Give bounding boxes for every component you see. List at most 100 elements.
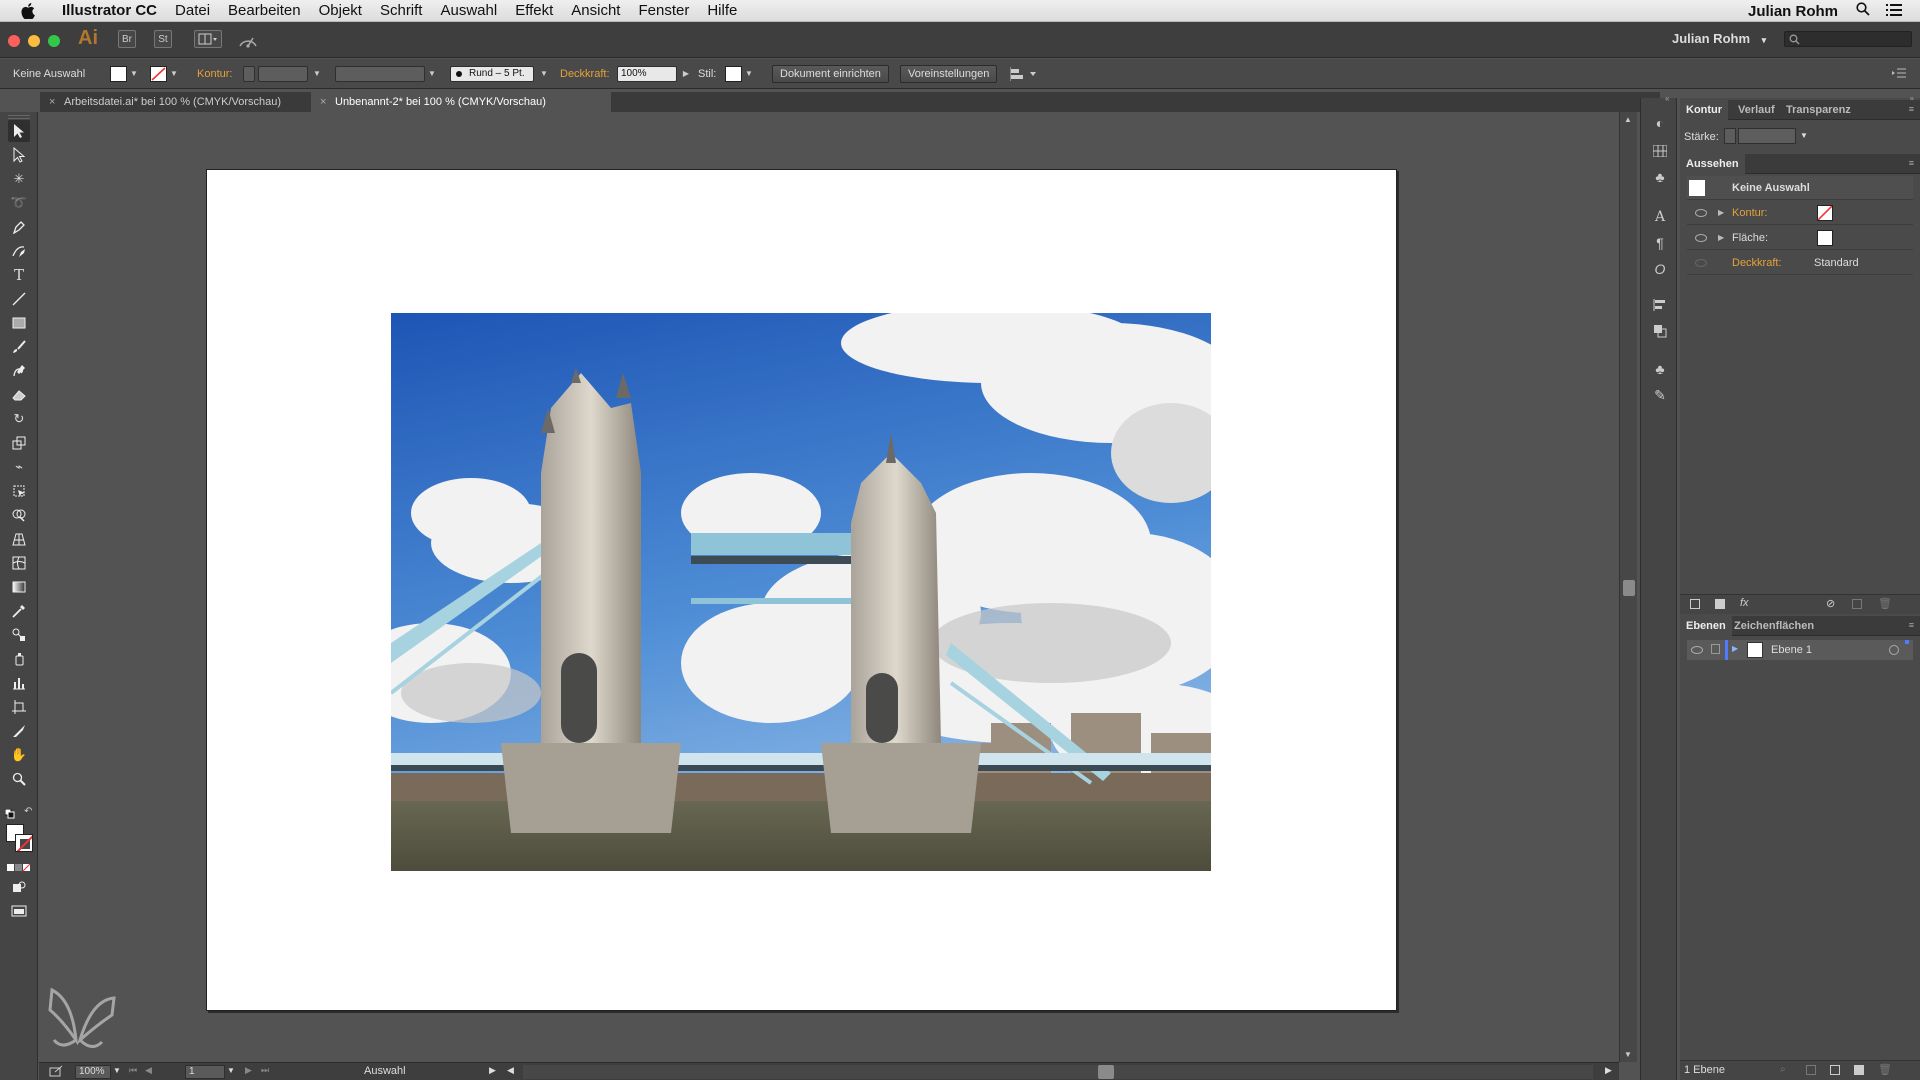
expand-triangle-icon[interactable]: ▶ (1718, 201, 1724, 225)
horizontal-scrollbar[interactable] (523, 1065, 1593, 1079)
screen-mode-tool[interactable] (8, 900, 30, 922)
eyedropper-tool[interactable] (8, 600, 30, 622)
tab-aussehen[interactable]: Aussehen (1680, 154, 1745, 174)
gradient-tool[interactable] (8, 576, 30, 598)
panel-grip[interactable] (8, 115, 30, 119)
color-panel-button[interactable]: ◐ (1649, 112, 1671, 134)
fill-dropdown-icon[interactable]: ▼ (129, 66, 139, 82)
curvature-tool[interactable] (8, 240, 30, 262)
style-dropdown-icon[interactable]: ▼ (744, 66, 754, 82)
expand-triangle-icon[interactable]: ▶ (1718, 226, 1724, 250)
stock-button[interactable]: St (154, 30, 172, 48)
lasso-tool[interactable]: ➰ (8, 192, 30, 214)
tab-unbenannt-2[interactable]: × Unbenannt-2* bei 100 % (CMYK/Vorschau) (311, 92, 611, 112)
layer-target-circle-icon[interactable] (1889, 645, 1899, 655)
brushes-panel-button[interactable]: ✎ (1649, 384, 1671, 406)
clear-appearance-icon[interactable]: ⊘ (1826, 597, 1835, 610)
mesh-tool[interactable] (8, 552, 30, 574)
expand-triangle-icon[interactable]: ▶ (1732, 644, 1738, 653)
scale-tool[interactable] (8, 432, 30, 454)
tower-bridge-photo[interactable] (391, 313, 1211, 871)
stroke-weight-dropdown-icon[interactable]: ▼ (1800, 131, 1808, 140)
menu-datei[interactable]: Datei (166, 0, 219, 22)
menu-bearbeiten[interactable]: Bearbeiten (219, 0, 310, 22)
opacity-input[interactable]: 100% (617, 66, 677, 82)
shape-builder-tool[interactable] (8, 504, 30, 526)
locate-object-icon[interactable]: ⌕ (1780, 1064, 1786, 1075)
menubar-user[interactable]: Julian Rohm (1748, 3, 1838, 20)
menu-objekt[interactable]: Objekt (310, 0, 371, 22)
swatches-panel-button[interactable] (1649, 140, 1671, 162)
trash-icon[interactable]: 🗑 (1878, 1063, 1892, 1076)
next-artboard-icon[interactable]: ▶ (245, 1065, 252, 1076)
align-panel-button[interactable] (1649, 294, 1671, 316)
rotate-tool[interactable]: ↻ (8, 408, 30, 430)
stroke-weight-stepper[interactable] (243, 66, 255, 82)
paintbrush-tool[interactable] (8, 336, 30, 358)
stroke-weight-field[interactable] (1738, 128, 1796, 144)
document-setup-button[interactable]: Dokument einrichten (772, 65, 889, 83)
symbols-panel-button[interactable]: ♣ (1649, 166, 1671, 188)
character-panel-button[interactable]: A (1649, 206, 1671, 228)
tab-kontur[interactable]: Kontur (1680, 100, 1729, 120)
drawing-modes-tool[interactable] (8, 876, 30, 898)
eye-icon[interactable] (1695, 259, 1707, 267)
appearance-row-deckkraft[interactable]: Deckkraft: Standard (1687, 251, 1913, 275)
close-window-button[interactable] (8, 35, 20, 47)
stroke-weight-stepper[interactable] (1724, 128, 1736, 144)
arrange-documents-button[interactable] (194, 30, 222, 48)
swap-colors-icon[interactable]: ↶ (24, 806, 32, 817)
panel-menu-icon[interactable]: ≡ (1909, 620, 1914, 630)
stroke-swatch[interactable] (150, 66, 167, 82)
appearance-row-label[interactable]: Deckkraft: (1732, 251, 1782, 275)
line-segment-tool[interactable] (8, 288, 30, 310)
app-menu[interactable]: Illustrator CC (52, 0, 166, 22)
profile-dropdown-icon[interactable]: ▼ (427, 66, 437, 82)
panel-menu-icon[interactable]: ≡ (1909, 104, 1914, 114)
brush-definition-select[interactable]: Rund – 5 Pt. (450, 66, 534, 82)
close-tab-icon[interactable]: × (49, 92, 55, 112)
status-menu-arrow-icon[interactable]: ▶ (489, 1065, 496, 1076)
vertical-scrollbar[interactable]: ▲ ▼ (1619, 112, 1637, 1062)
tab-arbeitsdatei[interactable]: × Arbeitsdatei.ai* bei 100 % (CMYK/Vorsc… (40, 92, 308, 112)
menu-effekt[interactable]: Effekt (506, 0, 562, 22)
brush-dropdown-icon[interactable]: ▼ (539, 66, 549, 82)
opacity-slider-arrow-icon[interactable]: ▶ (681, 66, 691, 82)
column-graph-tool[interactable] (8, 672, 30, 694)
scroll-down-icon[interactable]: ▼ (1624, 1050, 1632, 1059)
zoom-window-button[interactable] (48, 35, 60, 47)
scroll-thumb[interactable] (1623, 580, 1635, 596)
direct-selection-tool[interactable] (8, 144, 30, 166)
spotlight-icon[interactable] (1856, 2, 1870, 20)
artboard-dropdown-icon[interactable]: ▼ (227, 1066, 235, 1075)
eye-icon[interactable] (1691, 646, 1703, 654)
lock-icon[interactable] (1711, 644, 1720, 654)
menu-ansicht[interactable]: Ansicht (562, 0, 629, 22)
graphic-style-swatch[interactable] (725, 66, 742, 82)
perspective-grid-tool[interactable] (8, 528, 30, 550)
stroke-color-swatch[interactable] (15, 834, 33, 852)
hscroll-thumb[interactable] (1098, 1065, 1114, 1079)
eye-icon[interactable] (1695, 234, 1707, 242)
free-transform-tool[interactable] (8, 480, 30, 502)
tab-transparenz[interactable]: Transparenz (1780, 100, 1857, 120)
symbol-sprayer-tool[interactable] (8, 648, 30, 670)
pathfinder-panel-button[interactable] (1649, 320, 1671, 342)
opentype-panel-button[interactable]: O (1649, 258, 1671, 280)
zoom-input[interactable]: 100% (75, 1065, 111, 1079)
gpu-performance-icon[interactable] (238, 30, 258, 53)
width-tool[interactable]: ⌁ (8, 456, 30, 478)
artboard-tool[interactable] (8, 696, 30, 718)
previous-artboard-icon[interactable]: ◀ (145, 1065, 152, 1076)
duplicate-item-icon[interactable] (1852, 599, 1862, 609)
type-tool[interactable]: T (8, 264, 30, 286)
add-effect-icon[interactable]: fx (1740, 597, 1749, 609)
hand-tool[interactable]: ✋ (8, 744, 30, 766)
menu-hilfe[interactable]: Hilfe (698, 0, 746, 22)
panel-menu-icon[interactable]: ≡ (1909, 158, 1914, 168)
magic-wand-tool[interactable]: ✳ (8, 168, 30, 190)
menu-fenster[interactable]: Fenster (629, 0, 698, 22)
artboard-number-input[interactable]: 1 (185, 1065, 225, 1079)
tab-verlauf[interactable]: Verlauf (1732, 100, 1781, 120)
appearance-row-label[interactable]: Kontur: (1732, 201, 1767, 225)
